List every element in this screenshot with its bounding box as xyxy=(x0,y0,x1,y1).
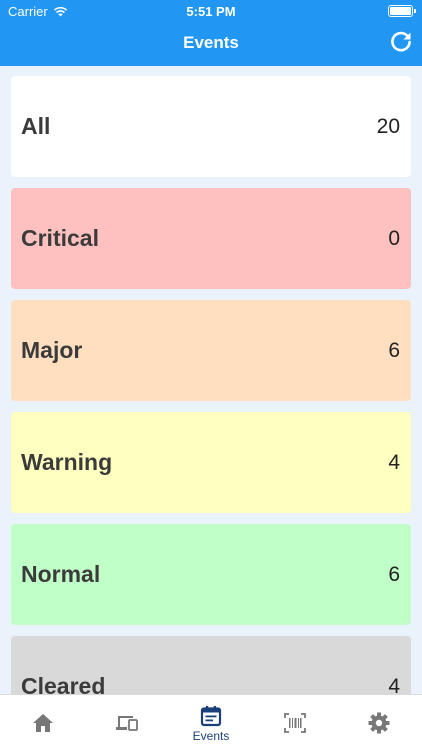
barcode-icon xyxy=(284,713,306,733)
status-bar: Carrier 5:51 PM xyxy=(0,0,422,22)
event-card-label: Normal xyxy=(21,561,101,587)
home-icon xyxy=(33,714,53,732)
tab-devices[interactable] xyxy=(85,695,169,750)
event-card-count: 0 xyxy=(388,226,400,250)
event-card-count: 4 xyxy=(388,450,400,474)
tab-barcode-scanner[interactable] xyxy=(253,695,337,750)
event-card-all[interactable]: All 20 xyxy=(11,76,411,177)
event-card-critical[interactable]: Critical 0 xyxy=(11,188,411,289)
gear-icon xyxy=(368,712,390,734)
refresh-icon[interactable] xyxy=(389,30,413,54)
event-card-count: 4 xyxy=(388,674,400,695)
event-card-label: Critical xyxy=(21,225,99,251)
event-card-warning[interactable]: Warning 4 xyxy=(11,412,411,513)
event-card-label: Major xyxy=(21,337,83,363)
event-card-count: 6 xyxy=(388,338,400,362)
page-title: Events xyxy=(183,33,239,52)
tab-events-label: Events xyxy=(192,728,230,743)
event-card-cleared[interactable]: Cleared 4 xyxy=(11,636,411,694)
tab-home[interactable] xyxy=(1,695,85,750)
devices-icon xyxy=(116,716,138,731)
event-card-count: 6 xyxy=(388,562,400,586)
event-card-count: 20 xyxy=(376,114,400,138)
tab-events[interactable]: Events xyxy=(169,695,253,750)
status-time: 5:51 PM xyxy=(186,4,236,19)
event-card-normal[interactable]: Normal 6 xyxy=(11,524,411,625)
calendar-icon xyxy=(200,705,222,726)
event-severity-list[interactable]: All 20 Critical 0 Major 6 Warning 4 Norm… xyxy=(0,66,422,694)
tab-bar: Events xyxy=(0,694,422,750)
event-card-label: All xyxy=(21,113,51,139)
battery-icon xyxy=(388,5,416,17)
tab-settings[interactable] xyxy=(337,695,421,750)
app-header: Carrier 5:51 PM Events xyxy=(0,0,422,66)
event-card-label: Warning xyxy=(21,449,113,475)
event-card-major[interactable]: Major 6 xyxy=(11,300,411,401)
event-card-label: Cleared xyxy=(21,673,106,694)
